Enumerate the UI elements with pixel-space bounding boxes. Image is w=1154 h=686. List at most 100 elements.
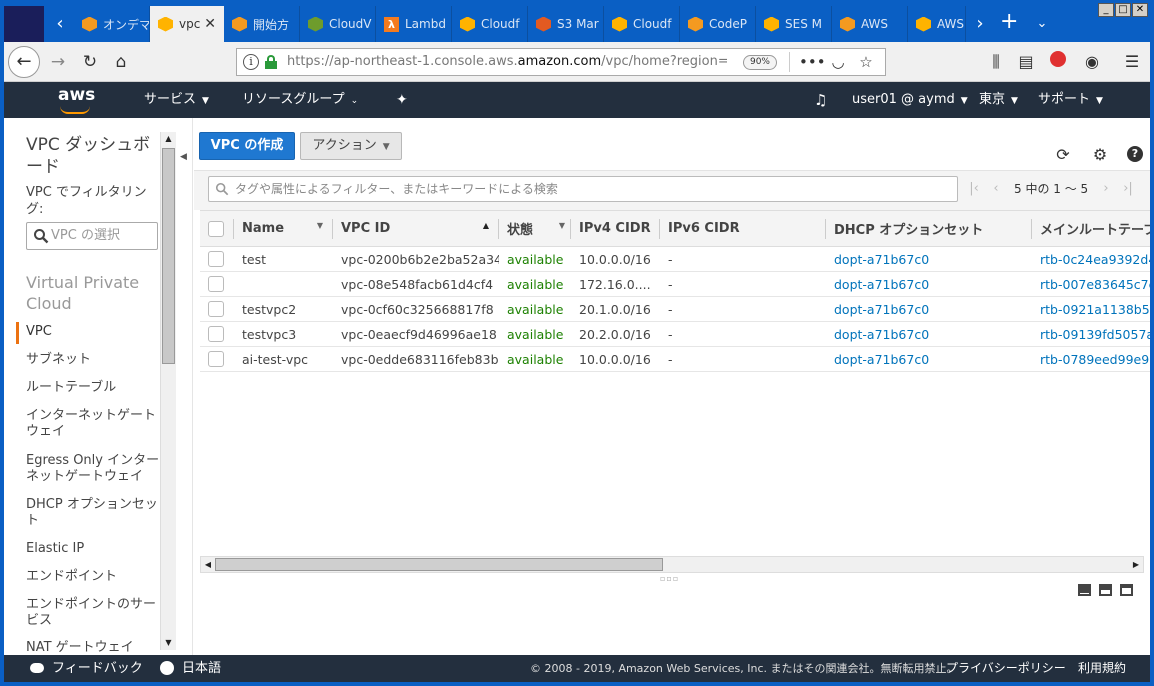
maximize-icon[interactable]: □ [1115, 3, 1131, 17]
tab-2[interactable]: 開始方 [224, 6, 300, 42]
resize-grip-icon[interactable]: ▫▫▫ [660, 574, 679, 583]
last-page-icon[interactable]: ›| [1120, 179, 1136, 199]
tab-8[interactable]: CodeP [680, 6, 756, 42]
tab-list-chevron-icon[interactable]: ⌄ [1028, 8, 1056, 40]
tab-5[interactable]: Cloudf [452, 6, 528, 42]
home-icon[interactable]: ⌂ [108, 47, 134, 77]
row-checkbox[interactable] [208, 251, 224, 268]
sidebar-scroll-thumb[interactable] [162, 148, 175, 364]
sidebar-toggle-icon[interactable]: ▤ [1014, 50, 1038, 74]
cell-route-table-link[interactable]: rtb-0921a1138b5b [1032, 296, 1150, 322]
tab-0[interactable]: オンデマ [74, 6, 150, 42]
table-row[interactable]: test vpc-0200b6b2e2ba52a34 available 10.… [200, 246, 1150, 272]
table-horizontal-scrollbar[interactable]: ◀ ▶ [200, 556, 1144, 573]
create-vpc-button[interactable]: VPC の作成 [199, 132, 295, 160]
resource-groups-menu[interactable]: リソースグループ ⌄ [242, 82, 358, 118]
sort-icon[interactable]: ▼ [559, 221, 565, 230]
row-checkbox[interactable] [208, 326, 224, 343]
cell-dhcp-options-link[interactable]: dopt-a71b67c0 [826, 346, 1032, 372]
search-input[interactable]: タグや属性によるフィルター、またはキーワードによる検索 [208, 176, 958, 202]
sidebar-item-vpc[interactable]: VPC [26, 324, 160, 340]
services-menu[interactable]: サービス ▼ [144, 82, 209, 118]
table-row[interactable]: testvpc2 vpc-0cf60c325668817f8 available… [200, 296, 1150, 322]
back-icon[interactable]: ← [8, 46, 40, 78]
row-checkbox[interactable] [208, 276, 224, 293]
zoom-level-badge[interactable]: 90% [743, 55, 777, 70]
row-checkbox[interactable] [208, 301, 224, 318]
cell-route-table-link[interactable]: rtb-0c24ea9392d4 [1032, 246, 1150, 272]
support-menu[interactable]: サポート ▼ [1038, 82, 1103, 118]
column-header-name[interactable]: Name ▼ [234, 210, 333, 247]
library-icon[interactable]: ⫼ [984, 50, 1008, 74]
tab-active-vpc[interactable]: vpc ✕ [150, 6, 224, 42]
url-bar[interactable]: i https://ap-northeast-1.console.aws.ama… [236, 48, 886, 76]
next-page-icon[interactable]: › [1098, 179, 1114, 199]
tab-3[interactable]: CloudV [300, 6, 376, 42]
collapse-left-icon[interactable]: ◀ [180, 152, 187, 162]
gear-icon[interactable]: ⚙ [1091, 146, 1109, 164]
privacy-policy-link[interactable]: プライバシーポリシー [946, 655, 1066, 682]
sidebar-item-dhcp-options[interactable]: DHCP オプションセット [26, 497, 160, 529]
column-header-state[interactable]: 状態 ▼ [499, 210, 571, 247]
layout-full-list-icon[interactable] [1078, 584, 1091, 596]
sidebar-item-egress-only-gateways[interactable]: Egress Only インターネットゲートウェイ [26, 453, 160, 485]
sidebar-item-elastic-ip[interactable]: Elastic IP [26, 541, 160, 557]
tab-10[interactable]: AWS [832, 6, 908, 42]
sidebar-item-route-tables[interactable]: ルートテーブル [26, 380, 160, 396]
layout-split-icon[interactable] [1099, 584, 1112, 596]
tab-9[interactable]: SES M [756, 6, 832, 42]
column-header-dhcp-options[interactable]: DHCP オプションセット [826, 210, 1032, 247]
table-row[interactable]: testvpc3 vpc-0eaecf9d46996ae18 available… [200, 321, 1150, 347]
column-header-main-route-table[interactable]: メインルートテーブル [1032, 210, 1150, 247]
sidebar-item-subnets[interactable]: サブネット [26, 352, 160, 368]
sidebar-item-endpoints[interactable]: エンドポイント [26, 569, 160, 585]
region-menu[interactable]: 東京 ▼ [979, 82, 1018, 118]
row-select-cell[interactable] [200, 246, 234, 272]
tab-7[interactable]: Cloudf [604, 6, 680, 42]
help-icon[interactable]: ? [1127, 146, 1143, 162]
column-header-vpc-id[interactable]: VPC ID ▲ [333, 210, 499, 247]
tab-6[interactable]: S3 Mar [528, 6, 604, 42]
bell-icon[interactable]: ♫ [814, 82, 827, 118]
sort-ascending-icon[interactable]: ▲ [483, 221, 489, 230]
sidebar-item-internet-gateways[interactable]: インターネットゲートウェイ [26, 408, 160, 440]
terms-link[interactable]: 利用規約 [1078, 655, 1126, 682]
bookmark-star-icon[interactable]: ☆ [855, 51, 877, 73]
cell-dhcp-options-link[interactable]: dopt-a71b67c0 [826, 296, 1032, 322]
column-header-ipv6-cidr[interactable]: IPv6 CIDR [660, 210, 826, 247]
close-window-icon[interactable]: ✕ [1132, 3, 1148, 17]
language-selector[interactable]: 日本語 [160, 655, 221, 682]
table-row[interactable]: vpc-08e548facb61d4cf4 available 172.16.0… [200, 271, 1150, 297]
pin-icon[interactable]: ✦ [396, 82, 408, 118]
hamburger-menu-icon[interactable]: ☰ [1120, 50, 1144, 74]
new-tab-icon[interactable]: + [1000, 10, 1018, 34]
vpc-select[interactable]: VPC の選択 [26, 222, 158, 250]
refresh-icon[interactable]: ⟳ [1054, 146, 1072, 164]
sidebar-scrollbar[interactable]: ▲ ▼ [160, 132, 176, 650]
extension-icon[interactable] [1046, 50, 1070, 74]
cell-dhcp-options-link[interactable]: dopt-a71b67c0 [826, 246, 1032, 272]
pocket-icon[interactable]: ◡ [827, 51, 849, 73]
tab-11[interactable]: AWS [908, 6, 966, 42]
row-select-cell[interactable] [200, 271, 234, 297]
select-all-cell[interactable] [200, 210, 234, 247]
actions-button[interactable]: アクション ▼ [300, 132, 402, 160]
sidebar-title[interactable]: VPC ダッシュボード [26, 134, 156, 178]
close-tab-icon[interactable]: ✕ [204, 16, 216, 32]
minimize-icon[interactable]: _ [1098, 3, 1114, 17]
first-page-icon[interactable]: |‹ [966, 179, 982, 199]
layout-detail-icon[interactable] [1120, 584, 1133, 596]
scroll-down-icon[interactable]: ▼ [162, 636, 175, 650]
sidebar-item-nat-gateways[interactable]: NAT ゲートウェイ [26, 640, 160, 655]
feedback-link[interactable]: フィードバック [30, 655, 143, 682]
tab-scroll-right-icon[interactable]: › [966, 8, 994, 40]
cell-dhcp-options-link[interactable]: dopt-a71b67c0 [826, 271, 1032, 297]
aws-logo[interactable]: aws [58, 85, 96, 115]
reload-icon[interactable]: ↻ [78, 47, 102, 77]
account-icon[interactable]: ◉ [1080, 50, 1104, 74]
table-row[interactable]: ai-test-vpc vpc-0edde683116feb83b availa… [200, 346, 1150, 372]
cell-route-table-link[interactable]: rtb-09139fd5057a [1032, 321, 1150, 347]
previous-page-icon[interactable]: ‹ [988, 179, 1004, 199]
user-menu[interactable]: user01 @ aymd ▼ [852, 82, 968, 118]
cell-route-table-link[interactable]: rtb-007e83645c7c [1032, 271, 1150, 297]
